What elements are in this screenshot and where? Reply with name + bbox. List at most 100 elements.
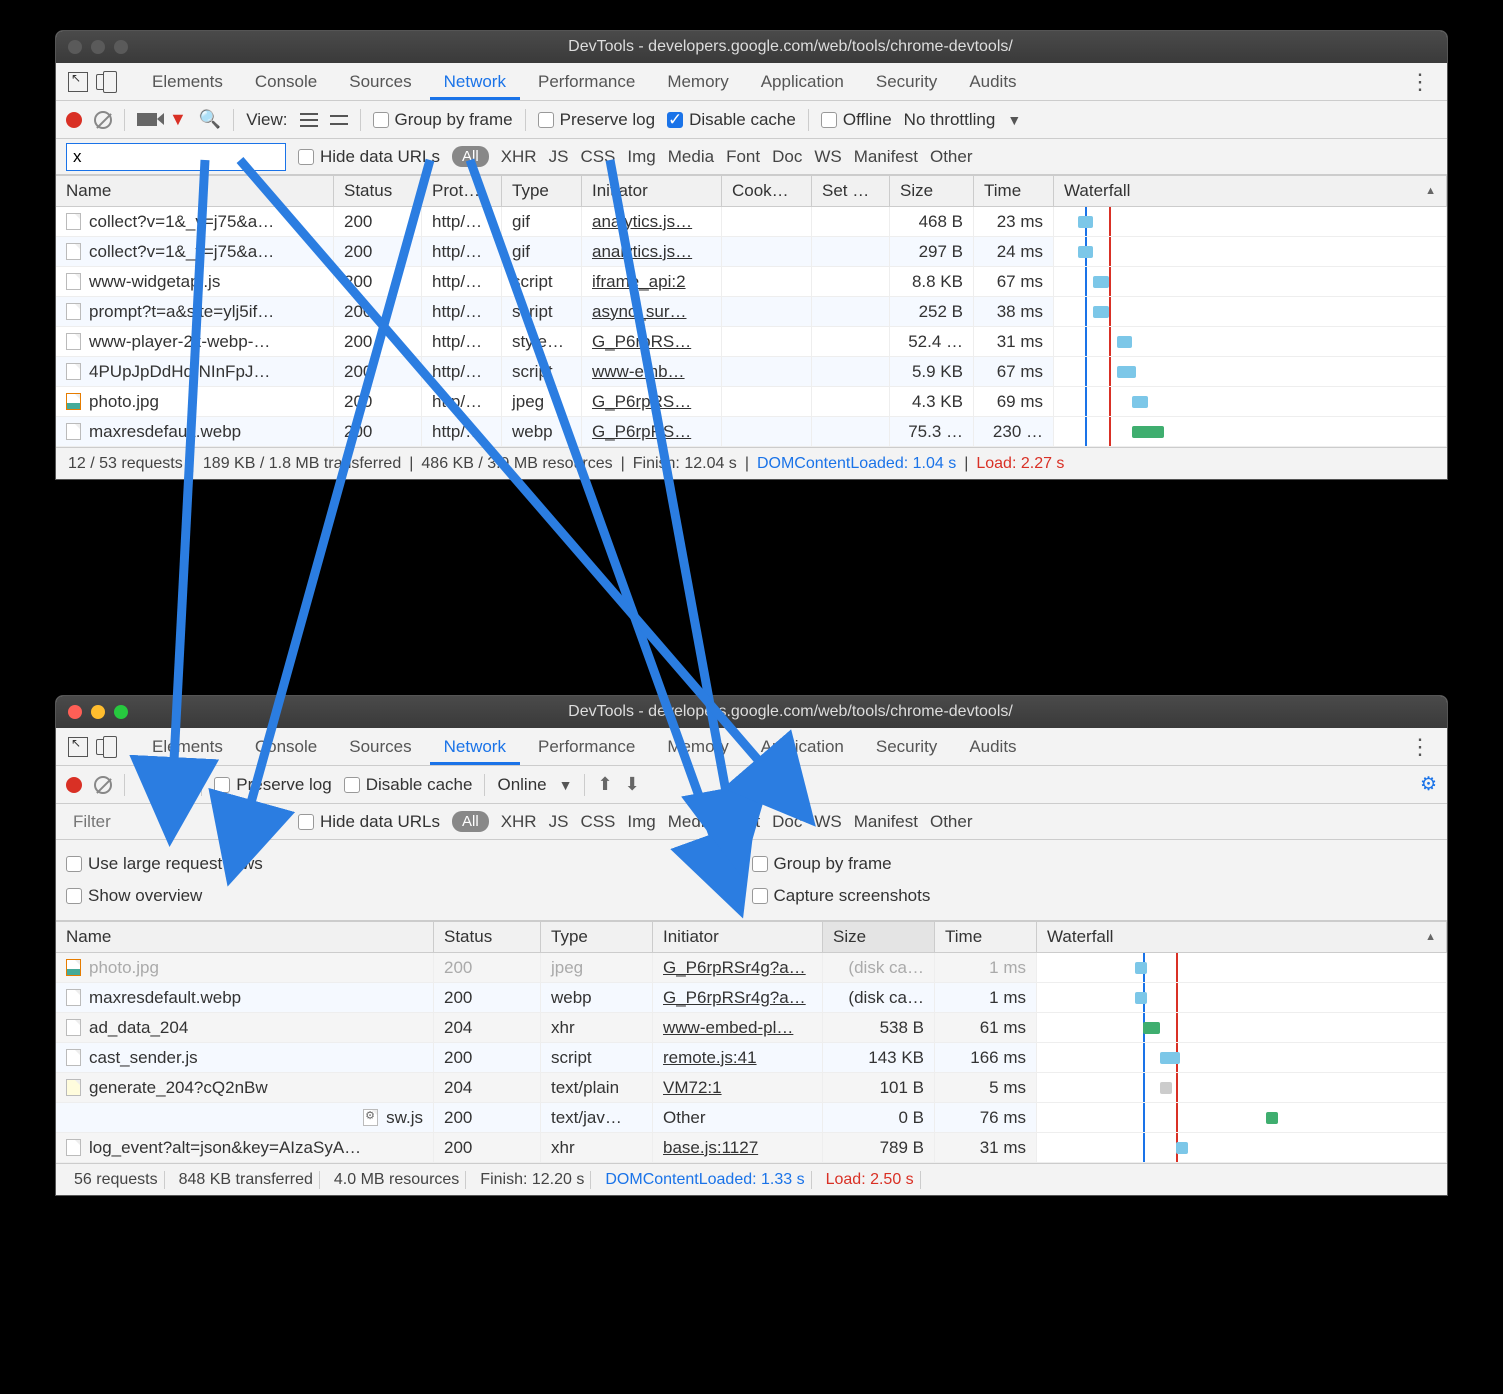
table-row[interactable]: photo.jpg200http/…jpegG_P6rpRS…4.3 KB69 … xyxy=(56,387,1447,417)
filter-xhr[interactable]: XHR xyxy=(501,812,537,832)
tab-security[interactable]: Security xyxy=(862,729,951,765)
filter-font[interactable]: Font xyxy=(726,812,760,832)
col-setcookies[interactable]: Set … xyxy=(812,176,890,206)
filter-css[interactable]: CSS xyxy=(580,147,615,167)
tab-sources[interactable]: Sources xyxy=(335,64,425,100)
tab-memory[interactable]: Memory xyxy=(653,729,742,765)
device-toggle-icon[interactable] xyxy=(94,739,118,755)
table-row[interactable]: sw.js200text/jav…Other0 B76 ms xyxy=(56,1103,1447,1133)
tab-console[interactable]: Console xyxy=(241,64,331,100)
tab-elements[interactable]: Elements xyxy=(138,64,237,100)
screenshot-icon[interactable] xyxy=(137,113,157,126)
tab-network[interactable]: Network xyxy=(430,729,520,765)
filter-ws[interactable]: WS xyxy=(814,812,841,832)
col-size[interactable]: Size xyxy=(890,176,974,206)
tab-console[interactable]: Console xyxy=(241,729,331,765)
filter-all[interactable]: All xyxy=(452,811,489,832)
clear-icon[interactable] xyxy=(94,111,112,129)
filter-js[interactable]: JS xyxy=(549,147,569,167)
filter-font[interactable]: Font xyxy=(726,147,760,167)
group-by-frame-checkbox[interactable]: Group by frame xyxy=(373,110,513,130)
settings-gear-icon[interactable]: ⚙ xyxy=(1420,773,1437,796)
table-row[interactable]: generate_204?cQ2nBw204text/plainVM72:110… xyxy=(56,1073,1447,1103)
tab-memory[interactable]: Memory xyxy=(653,64,742,100)
table-row[interactable]: collect?v=1&_v=j75&a…200http/…gifanalyti… xyxy=(56,237,1447,267)
filter-input[interactable] xyxy=(66,143,286,171)
hide-data-urls-checkbox[interactable]: Hide data URLs xyxy=(298,812,440,832)
filter-all[interactable]: All xyxy=(452,146,489,167)
hide-data-urls-checkbox[interactable]: Hide data URLs xyxy=(298,147,440,167)
filter-icon[interactable]: ▼ xyxy=(137,774,155,795)
table-row[interactable]: prompt?t=a&site=ylj5if…200http/…scriptas… xyxy=(56,297,1447,327)
filter-js[interactable]: JS xyxy=(549,812,569,832)
group-by-frame-checkbox[interactable]: Group by frame xyxy=(752,854,892,874)
col-name[interactable]: Name xyxy=(56,176,334,206)
table-row[interactable]: 4PUpJpDdHqrNInFpJ…200http/…scriptwww-emb… xyxy=(56,357,1447,387)
filter-other[interactable]: Other xyxy=(930,147,973,167)
window-close-icon[interactable] xyxy=(68,705,82,719)
table-row[interactable]: collect?v=1&_v=j75&a…200http/…gifanalyti… xyxy=(56,207,1447,237)
col-type[interactable]: Type xyxy=(541,922,653,952)
preserve-log-checkbox[interactable]: Preserve log xyxy=(538,110,655,130)
filter-media[interactable]: Media xyxy=(668,147,714,167)
col-time[interactable]: Time xyxy=(935,922,1037,952)
inspect-element-icon[interactable] xyxy=(66,72,90,92)
col-cookies[interactable]: Cook… xyxy=(722,176,812,206)
filter-manifest[interactable]: Manifest xyxy=(854,147,918,167)
col-initiator[interactable]: Initiator xyxy=(653,922,823,952)
col-waterfall[interactable]: Waterfall▲ xyxy=(1054,176,1447,206)
col-protocol[interactable]: Prot… xyxy=(422,176,502,206)
tab-sources[interactable]: Sources xyxy=(335,729,425,765)
show-overview-checkbox[interactable]: Show overview xyxy=(66,886,202,906)
tab-security[interactable]: Security xyxy=(862,64,951,100)
more-menu-icon[interactable]: ⋮ xyxy=(1403,69,1437,95)
disable-cache-checkbox[interactable]: ✓Disable cache xyxy=(667,110,796,130)
tab-audits[interactable]: Audits xyxy=(955,64,1030,100)
record-button-icon[interactable] xyxy=(66,777,82,793)
filter-img[interactable]: Img xyxy=(627,147,655,167)
tab-application[interactable]: Application xyxy=(747,729,858,765)
col-size[interactable]: Size xyxy=(823,922,935,952)
large-rows-checkbox[interactable]: Use large request rows xyxy=(66,854,263,874)
online-chevron-icon[interactable]: ▼ xyxy=(559,777,573,793)
window-maximize-icon[interactable] xyxy=(114,40,128,54)
tab-elements[interactable]: Elements xyxy=(138,729,237,765)
clear-icon[interactable] xyxy=(94,776,112,794)
offline-checkbox[interactable]: Offline xyxy=(821,110,892,130)
large-rows-icon[interactable] xyxy=(300,113,318,127)
download-har-icon[interactable]: ⬇ xyxy=(625,774,640,795)
window-maximize-icon[interactable] xyxy=(114,705,128,719)
filter-other[interactable]: Other xyxy=(930,812,973,832)
more-menu-icon[interactable]: ⋮ xyxy=(1403,734,1437,760)
col-initiator[interactable]: Initiator xyxy=(582,176,722,206)
table-row[interactable]: www-widgetapi.js200http/…scriptiframe_ap… xyxy=(56,267,1447,297)
window-minimize-icon[interactable] xyxy=(91,40,105,54)
filter-css[interactable]: CSS xyxy=(580,812,615,832)
tab-performance[interactable]: Performance xyxy=(524,729,649,765)
table-row[interactable]: www-player-2x-webp-…200http/…style…G_P6r… xyxy=(56,327,1447,357)
table-row[interactable]: maxresdefault.webp200webpG_P6rpRSr4g?a…(… xyxy=(56,983,1447,1013)
capture-screenshots-checkbox[interactable]: Capture screenshots xyxy=(752,886,931,906)
col-status[interactable]: Status xyxy=(434,922,541,952)
col-type[interactable]: Type xyxy=(502,176,582,206)
filter-icon[interactable]: ▼ xyxy=(169,109,187,130)
window-minimize-icon[interactable] xyxy=(91,705,105,719)
tab-audits[interactable]: Audits xyxy=(955,729,1030,765)
overview-icon[interactable] xyxy=(330,113,348,127)
device-toggle-icon[interactable] xyxy=(94,74,118,90)
table-row[interactable]: maxresdefault.webp200http/…webpG_P6rpRS…… xyxy=(56,417,1447,447)
col-waterfall[interactable]: Waterfall▲ xyxy=(1037,922,1447,952)
table-row[interactable]: ad_data_204204xhrwww-embed-pl…538 B61 ms xyxy=(56,1013,1447,1043)
tab-application[interactable]: Application xyxy=(747,64,858,100)
traffic-lights[interactable] xyxy=(68,40,128,54)
traffic-lights[interactable] xyxy=(68,705,128,719)
preserve-log-checkbox[interactable]: Preserve log xyxy=(214,775,331,795)
throttling-select[interactable]: No throttling xyxy=(904,110,996,130)
col-time[interactable]: Time xyxy=(974,176,1054,206)
record-button-icon[interactable] xyxy=(66,112,82,128)
upload-har-icon[interactable]: ⬆ xyxy=(597,774,612,795)
filter-ws[interactable]: WS xyxy=(814,147,841,167)
search-icon[interactable]: 🔍 xyxy=(167,774,189,795)
filter-xhr[interactable]: XHR xyxy=(501,147,537,167)
throttling-chevron-icon[interactable]: ▼ xyxy=(1007,112,1021,128)
